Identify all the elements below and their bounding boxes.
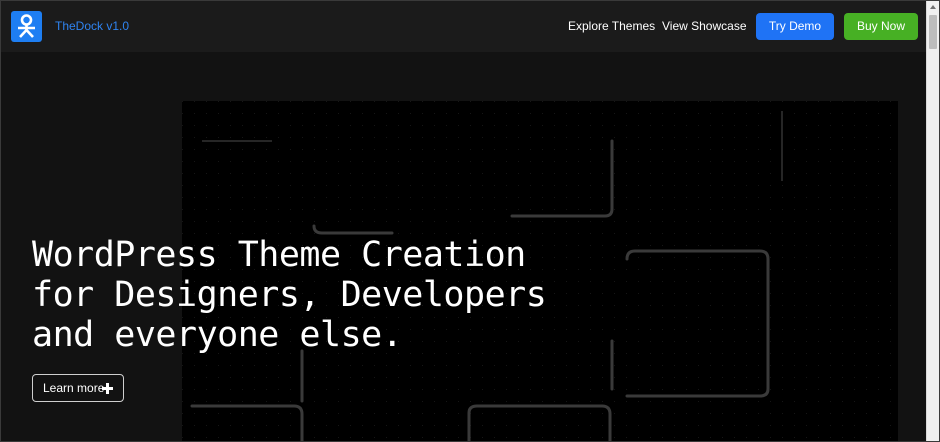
headline-line-1: WordPress Theme Creation — [32, 235, 526, 275]
try-demo-button[interactable]: Try Demo — [756, 13, 834, 40]
headline-line-2: for Designers, Developers — [32, 275, 547, 315]
headline-line-3: and everyone else. — [32, 315, 403, 355]
buy-now-button[interactable]: Buy Now — [844, 13, 918, 40]
person-icon — [18, 14, 35, 38]
browser-window: TheDock v1.0 Explore Themes View Showcas… — [0, 0, 940, 442]
scroll-up-arrow-icon[interactable] — [930, 5, 936, 9]
scrollbar-thumb[interactable] — [929, 15, 937, 49]
plus-icon — [102, 383, 113, 394]
vertical-scrollbar[interactable] — [926, 1, 939, 441]
brand-name[interactable]: TheDock v1.0 — [55, 19, 129, 33]
learn-more-label: Learn more — [43, 381, 105, 395]
hero-headline: WordPress Theme Creation for Designers, … — [32, 235, 592, 355]
brand-logo[interactable] — [11, 11, 42, 42]
learn-more-button[interactable]: Learn more — [32, 374, 124, 402]
nav-view-showcase[interactable]: View Showcase — [662, 19, 747, 33]
top-navbar: TheDock v1.0 Explore Themes View Showcas… — [1, 1, 927, 52]
nav-explore-themes[interactable]: Explore Themes — [568, 19, 655, 33]
